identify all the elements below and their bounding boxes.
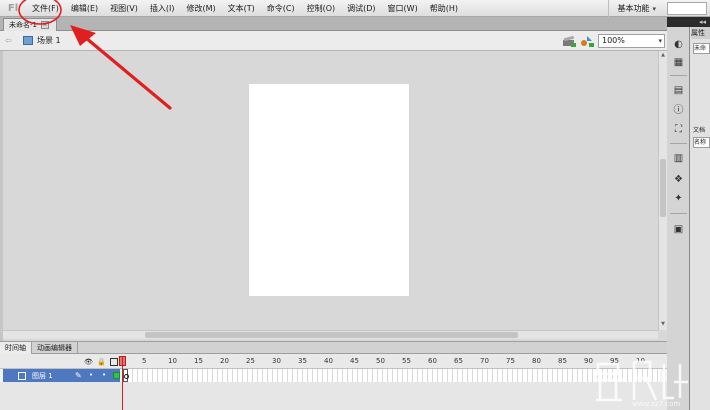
menu-text[interactable]: 文本(T) [222, 0, 261, 17]
frame-number: 50 [376, 357, 385, 365]
workspace-switcher[interactable]: 基本功能 ▾ [608, 0, 664, 17]
collapse-icon[interactable]: ◂◂ [699, 17, 706, 27]
edit-bar: ⇦ 场景 1 100% ▾ [0, 31, 667, 51]
menu-file[interactable]: 文件(F) [26, 0, 65, 17]
tab-properties[interactable]: 属性 [691, 27, 710, 39]
frame-number: 40 [324, 357, 333, 365]
dock-divider [670, 213, 687, 214]
document-tab[interactable]: 未命名-1 × [3, 18, 57, 31]
menu-edit[interactable]: 编辑(E) [65, 0, 104, 17]
tab-timeline[interactable]: 时间轴 [0, 342, 32, 354]
zoom-select[interactable]: 100% ▾ [598, 34, 665, 48]
layer-name[interactable]: 图层 1 [32, 371, 53, 381]
panel-icon-dock: ◐ ▦ ▤ ⓘ ⛶ ▥ ❖ ✦ ▣ [667, 27, 690, 410]
edit-scene-icon[interactable] [562, 35, 576, 47]
frames-strip[interactable] [123, 369, 660, 382]
edit-symbols-icon[interactable] [580, 35, 594, 47]
frame-number: 60 [428, 357, 437, 365]
menu-control[interactable]: 控制(O) [301, 0, 342, 17]
watermark-logo [594, 360, 688, 402]
menu-view[interactable]: 视图(V) [104, 0, 144, 17]
scene-icon [23, 36, 33, 45]
playhead-handle[interactable] [119, 356, 126, 366]
swatches-icon[interactable]: ▦ [672, 57, 685, 69]
frame-number: 15 [194, 357, 203, 365]
components-icon[interactable]: ❖ [672, 174, 685, 186]
close-icon[interactable]: × [40, 21, 49, 29]
panel-collapse-bar[interactable]: ◂◂ [667, 17, 710, 27]
properties-panel: 属性 未命 文档 名称 [690, 27, 710, 410]
vertical-scrollbar[interactable]: ▲ ▼ [658, 51, 667, 330]
chevron-down-icon: ▾ [658, 37, 662, 45]
frame-number: 5 [142, 357, 147, 365]
layer-icon [18, 371, 26, 380]
scroll-down-icon[interactable]: ▼ [659, 321, 667, 329]
stage-canvas[interactable] [249, 84, 409, 296]
stage-pasteboard[interactable]: ▲ ▼ [0, 51, 667, 341]
dock-divider [670, 75, 687, 76]
menu-debug[interactable]: 调试(D) [341, 0, 381, 17]
document-tab-label: 未命名-1 [9, 21, 37, 29]
chevron-down-icon: ▾ [652, 5, 656, 13]
frame-number: 35 [298, 357, 307, 365]
timeline-header: 👁 🔒 5 10 15 20 25 30 35 40 45 50 55 60 6… [0, 354, 667, 369]
pencil-icon: ✎ [75, 371, 82, 380]
scroll-up-icon[interactable]: ▲ [659, 52, 667, 60]
document-tab-strip: 未命名-1 × [0, 17, 667, 31]
name-field[interactable]: 名称 [693, 137, 710, 148]
lock-icon[interactable]: 🔒 [97, 358, 106, 366]
keyframe[interactable] [123, 369, 129, 382]
frame-number: 80 [532, 357, 541, 365]
color-icon[interactable]: ◐ [672, 39, 685, 51]
info-icon[interactable]: ⓘ [672, 105, 685, 117]
timeline-tab-strip: 时间轴 动画编辑器 [0, 341, 667, 354]
flash-logo-icon: Fl [7, 2, 19, 14]
watermark-url: www.xz7.com [632, 400, 681, 408]
frame-number: 45 [350, 357, 359, 365]
lock-dot-icon[interactable]: • [102, 371, 106, 379]
frame-number: 10 [168, 357, 177, 365]
motion-presets-icon[interactable]: ✦ [672, 193, 685, 205]
document-label: 文档 [693, 127, 706, 134]
document-name-field[interactable]: 未命 [693, 43, 710, 54]
code-snippets-icon[interactable]: ▥ [672, 153, 685, 165]
library-icon[interactable]: ▣ [672, 224, 685, 236]
workspace-label: 基本功能 [617, 4, 650, 13]
frame-number: 55 [402, 357, 411, 365]
eye-icon[interactable]: 👁 [84, 358, 93, 366]
zoom-value: 100% [602, 36, 625, 45]
frame-number: 30 [272, 357, 281, 365]
layer-row[interactable]: 图层 1 ✎ • • [0, 369, 667, 382]
menu-bar: Fl 文件(F) 编辑(E) 视图(V) 插入(I) 修改(M) 文本(T) 命… [0, 0, 710, 17]
menu-right-group: 基本功能 ▾ [608, 0, 710, 17]
back-arrow-icon[interactable]: ⇦ [5, 36, 15, 45]
frame-number: 75 [506, 357, 515, 365]
menu-commands[interactable]: 命令(C) [261, 0, 301, 17]
vertical-scroll-thumb[interactable] [660, 159, 666, 217]
search-input[interactable] [667, 2, 707, 15]
menu-window[interactable]: 窗口(W) [382, 0, 424, 17]
timeline-empty-area [0, 382, 667, 410]
tab-motion-editor[interactable]: 动画编辑器 [32, 342, 78, 354]
horizontal-scrollbar[interactable] [3, 330, 658, 339]
frame-number: 20 [220, 357, 229, 365]
frame-number: 25 [246, 357, 255, 365]
frame-number: 85 [558, 357, 567, 365]
outline-icon[interactable] [110, 358, 118, 366]
transform-icon[interactable]: ⛶ [672, 124, 685, 136]
visibility-dot-icon[interactable]: • [89, 371, 93, 379]
layer-name-cell[interactable]: 图层 1 ✎ • • [3, 369, 120, 382]
align-icon[interactable]: ▤ [672, 85, 685, 97]
horizontal-scroll-thumb[interactable] [145, 332, 518, 338]
frame-number: 70 [480, 357, 489, 365]
menu-help[interactable]: 帮助(H) [424, 0, 464, 17]
dock-divider [670, 143, 687, 144]
menu-insert[interactable]: 插入(I) [144, 0, 181, 17]
menu-modify[interactable]: 修改(M) [180, 0, 221, 17]
frame-number: 65 [454, 357, 463, 365]
scene-label[interactable]: 场景 1 [37, 35, 61, 46]
outline-color-icon[interactable] [113, 372, 120, 379]
